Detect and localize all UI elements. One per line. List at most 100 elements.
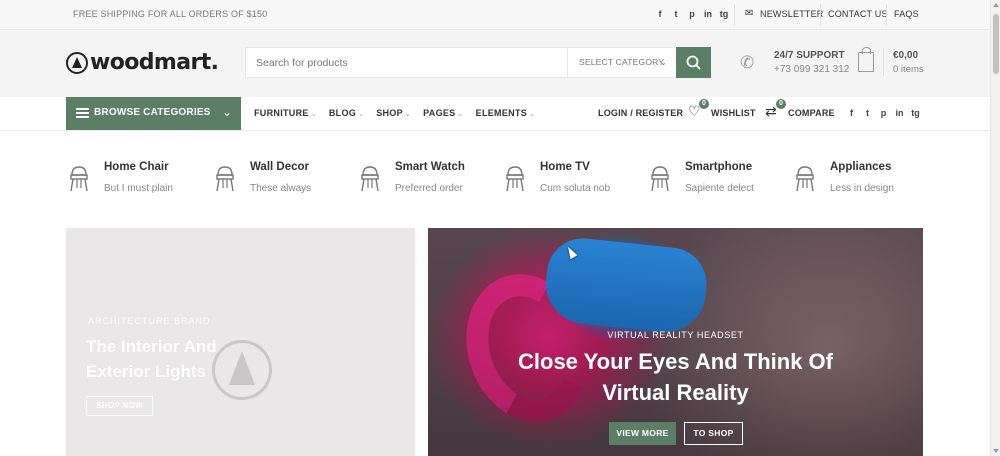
category-item[interactable]: Home TV Cum soluta nob: [502, 158, 642, 203]
wishlist-count-badge: 0: [699, 99, 709, 109]
free-shipping-notice: FREE SHIPPING FOR ALL ORDERS OF $150: [73, 9, 268, 19]
logo-text: woodmart.: [90, 50, 219, 75]
support-title: 24/7 SUPPORT: [774, 50, 845, 61]
shopping-bag-icon: [858, 47, 874, 72]
menu-item-furniture[interactable]: FURNITURE ⌄: [254, 108, 317, 118]
category-subtitle: These always: [250, 183, 312, 194]
top-bar: FREE SHIPPING FOR ALL ORDERS OF $150 f t…: [0, 0, 990, 30]
category-select-label: SELECT CATEGORY: [579, 57, 665, 67]
menu-item-label: BLOG: [328, 108, 357, 118]
scroll-up-arrow-icon[interactable]: [993, 3, 999, 7]
search-button[interactable]: [676, 47, 711, 78]
wishlist-link[interactable]: WISHLIST: [711, 108, 756, 118]
category-strip: Home Chair But I must plain Wall Decor T…: [66, 158, 936, 203]
menu-item-label: SHOP: [376, 108, 403, 118]
category-subtitle: But I must plain: [104, 183, 173, 194]
search-form: SELECT CATEGORY ⌄: [245, 47, 711, 78]
site-logo[interactable]: woodmart.: [66, 50, 219, 75]
compare-count-badge: 0: [776, 99, 786, 109]
browse-categories-label: BROWSE CATEGORIES: [94, 107, 211, 118]
contact-us-link[interactable]: CONTACT US: [828, 9, 888, 19]
divider: [886, 4, 887, 26]
category-name: Appliances: [830, 161, 892, 173]
compare-icon[interactable]: ⇄ 0: [765, 99, 786, 119]
menu-item-label: FURNITURE: [254, 108, 309, 118]
main-navigation: BROWSE CATEGORIES ⌄ FURNITURE ⌄ BLOG ⌄ SHO…: [0, 97, 990, 131]
chair-icon: [651, 166, 669, 192]
category-name: Home Chair: [104, 161, 169, 173]
facebook-icon[interactable]: f: [847, 108, 856, 118]
tree-logo-icon: [66, 51, 88, 74]
banner-title: The Interior And Exterior Lights: [86, 337, 217, 381]
menu-item-label: PAGES: [423, 108, 456, 118]
linkedin-icon[interactable]: in: [703, 8, 713, 20]
chair-icon: [796, 166, 814, 192]
chevron-down-icon: ⌄: [529, 111, 536, 118]
category-name: Home TV: [540, 161, 590, 173]
chevron-down-icon: ⌄: [457, 111, 464, 118]
banner-title: Close Your Eyes And Think Of Virtual Rea…: [428, 346, 923, 408]
category-item[interactable]: Smart Watch Preferred order: [357, 158, 497, 203]
browse-categories-button[interactable]: BROWSE CATEGORIES ⌄: [66, 97, 241, 130]
view-more-button[interactable]: VIEW MORE: [609, 422, 676, 445]
category-name: Smart Watch: [395, 161, 465, 173]
category-item[interactable]: Wall Decor These always: [212, 158, 352, 203]
newsletter-link[interactable]: NEWSLETTER: [760, 9, 824, 19]
pinterest-icon[interactable]: p: [687, 8, 697, 20]
menu-item-blog[interactable]: BLOG ⌄: [329, 108, 364, 118]
support-phone: +73 099 321 312: [774, 64, 850, 75]
menu-item-label: ELEMENTS: [475, 108, 528, 118]
search-icon: [686, 55, 701, 70]
banner-title-text: Close Your Eyes And Think Of Virtual Rea…: [518, 349, 833, 405]
envelope-icon: ✉: [745, 8, 754, 19]
category-subtitle: Preferred order: [395, 183, 463, 194]
chevron-down-icon: ⌄: [404, 111, 412, 118]
menu-item-pages[interactable]: PAGES ⌄: [423, 108, 464, 118]
menu-item-elements[interactable]: ELEMENTS ⌄: [476, 108, 536, 118]
chair-icon: [70, 166, 88, 192]
cart-item-count: 0 items: [893, 64, 924, 75]
facebook-icon[interactable]: f: [655, 8, 665, 20]
category-subtitle: Cum soluta nob: [540, 183, 611, 194]
topbar-social-links: f t p in tg: [655, 8, 729, 20]
compare-link[interactable]: COMPARE: [788, 108, 835, 118]
divider: [820, 4, 821, 26]
banner-tag: ARCHITECTURE BRAND: [88, 316, 211, 326]
menu-item-shop[interactable]: SHOP ⌄: [376, 108, 411, 118]
page-scrollbar[interactable]: [990, 0, 1000, 456]
category-subtitle: Sapiente delect: [685, 183, 754, 194]
search-input[interactable]: [246, 48, 566, 77]
shop-now-button[interactable]: SHOP NOW: [86, 396, 153, 416]
category-item[interactable]: Smartphone Sapiente delect: [647, 158, 787, 203]
login-register-link[interactable]: LOGIN / REGISTER: [598, 108, 683, 118]
category-name: Wall Decor: [250, 161, 310, 173]
hero-banner-vr[interactable]: VIRTUAL REALITY HEADSET Close Your Eyes …: [428, 228, 923, 456]
category-item[interactable]: Appliances Less in design: [792, 158, 932, 203]
faqs-link[interactable]: FAQS: [894, 9, 919, 19]
banner-tag: VIRTUAL REALITY HEADSET: [607, 330, 744, 340]
chevron-down-icon: ⌄: [221, 105, 232, 119]
category-name: Smartphone: [685, 161, 753, 173]
nav-social-links: f t p in tg: [847, 108, 920, 118]
heart-icon[interactable]: ♡ 0: [688, 99, 709, 119]
cart-total: €0,00: [893, 50, 919, 61]
twitter-icon[interactable]: t: [863, 108, 872, 118]
scrollbar-thumb[interactable]: [993, 14, 999, 74]
category-item[interactable]: Home Chair But I must plain: [66, 158, 206, 203]
telegram-icon[interactable]: tg: [911, 108, 920, 118]
divider: [883, 48, 884, 76]
twitter-icon[interactable]: t: [671, 8, 681, 20]
promo-banner-interior[interactable]: ARCHITECTURE BRAND The Interior And Exte…: [66, 228, 415, 456]
category-select[interactable]: SELECT CATEGORY ⌄: [567, 48, 677, 77]
chevron-down-icon: ⌄: [310, 111, 317, 118]
chair-icon: [506, 166, 524, 192]
chevron-down-icon: ⌄: [660, 58, 667, 67]
to-shop-button[interactable]: TO SHOP: [684, 422, 743, 445]
telegram-icon[interactable]: tg: [719, 8, 729, 20]
hamburger-icon: [76, 108, 89, 118]
linkedin-icon[interactable]: in: [895, 108, 904, 118]
scroll-down-arrow-icon[interactable]: [993, 449, 999, 453]
chair-icon: [361, 166, 379, 192]
pinterest-icon[interactable]: p: [879, 108, 888, 118]
phone-icon: ✆: [740, 53, 755, 72]
